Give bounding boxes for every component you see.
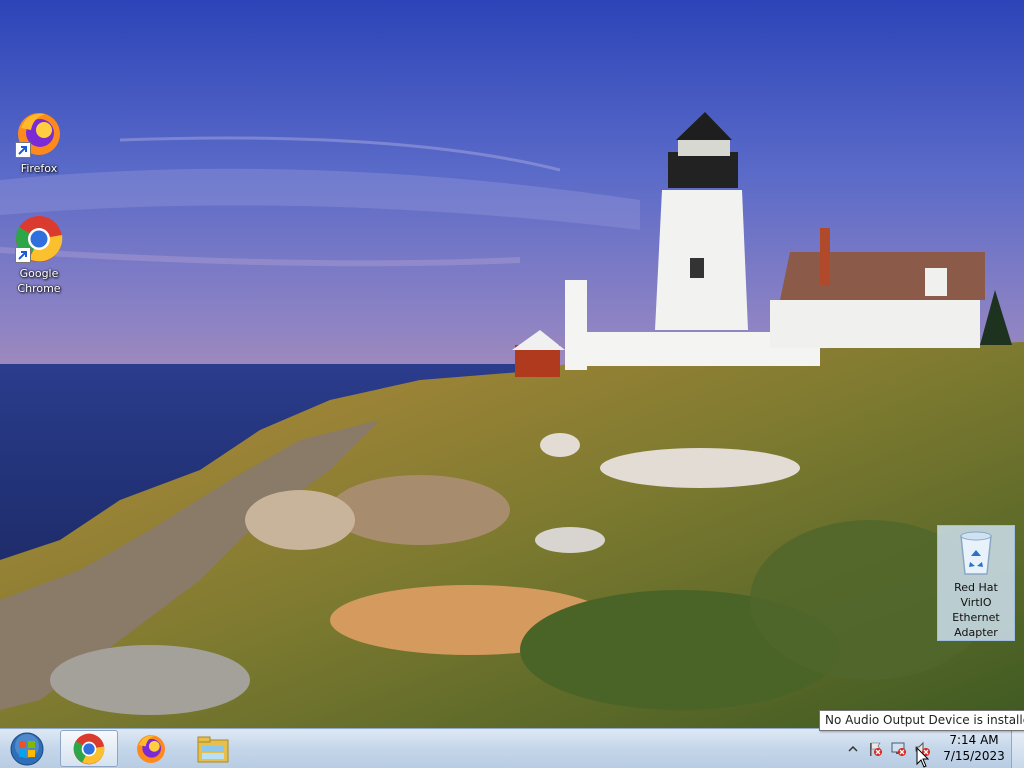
- action-center-flag-icon[interactable]: [867, 741, 883, 757]
- desktop-icon-label: Firefox: [20, 162, 58, 175]
- taskbar-chrome-button[interactable]: [60, 730, 118, 767]
- show-desktop-button[interactable]: [1011, 729, 1024, 768]
- firefox-icon: [15, 110, 63, 158]
- recycle-bin-label: Red Hat VirtIO Ethernet Adapter: [952, 581, 1000, 639]
- show-hidden-icons-chevron[interactable]: [845, 741, 861, 757]
- clock-date: 7/15/2023: [943, 749, 1005, 763]
- audio-tooltip: No Audio Output Device is installed.: [819, 710, 1024, 731]
- wallpaper-lighthouse: [0, 0, 1024, 728]
- firefox-icon: [137, 734, 165, 763]
- chrome-icon: [73, 733, 105, 764]
- taskbar-firefox-button[interactable]: [122, 730, 180, 767]
- chrome-icon: [15, 215, 63, 263]
- taskbar: 7:14 AM 7/15/2023: [0, 728, 1024, 768]
- mouse-cursor-icon: [916, 747, 930, 768]
- file-explorer-icon: [197, 736, 229, 762]
- desktop[interactable]: Firefox Google Chrome Red Hat VirtIO Eth…: [0, 0, 1024, 728]
- taskbar-explorer-button[interactable]: [184, 730, 242, 767]
- desktop-icon-firefox[interactable]: Firefox: [2, 110, 76, 176]
- shortcut-arrow-icon: [15, 247, 31, 263]
- desktop-icon-label: Google Chrome: [17, 267, 61, 295]
- desktop-icon-recycle-bin[interactable]: Red Hat VirtIO Ethernet Adapter: [937, 525, 1015, 641]
- start-button[interactable]: [5, 730, 49, 767]
- windows-start-icon: [10, 732, 44, 765]
- desktop-icon-google-chrome[interactable]: Google Chrome: [2, 215, 76, 296]
- taskbar-clock[interactable]: 7:14 AM 7/15/2023: [938, 732, 1010, 764]
- recycle-bin-icon: [956, 530, 996, 576]
- network-disconnected-icon[interactable]: [891, 741, 907, 757]
- clock-time: 7:14 AM: [949, 733, 999, 747]
- shortcut-arrow-icon: [15, 142, 31, 158]
